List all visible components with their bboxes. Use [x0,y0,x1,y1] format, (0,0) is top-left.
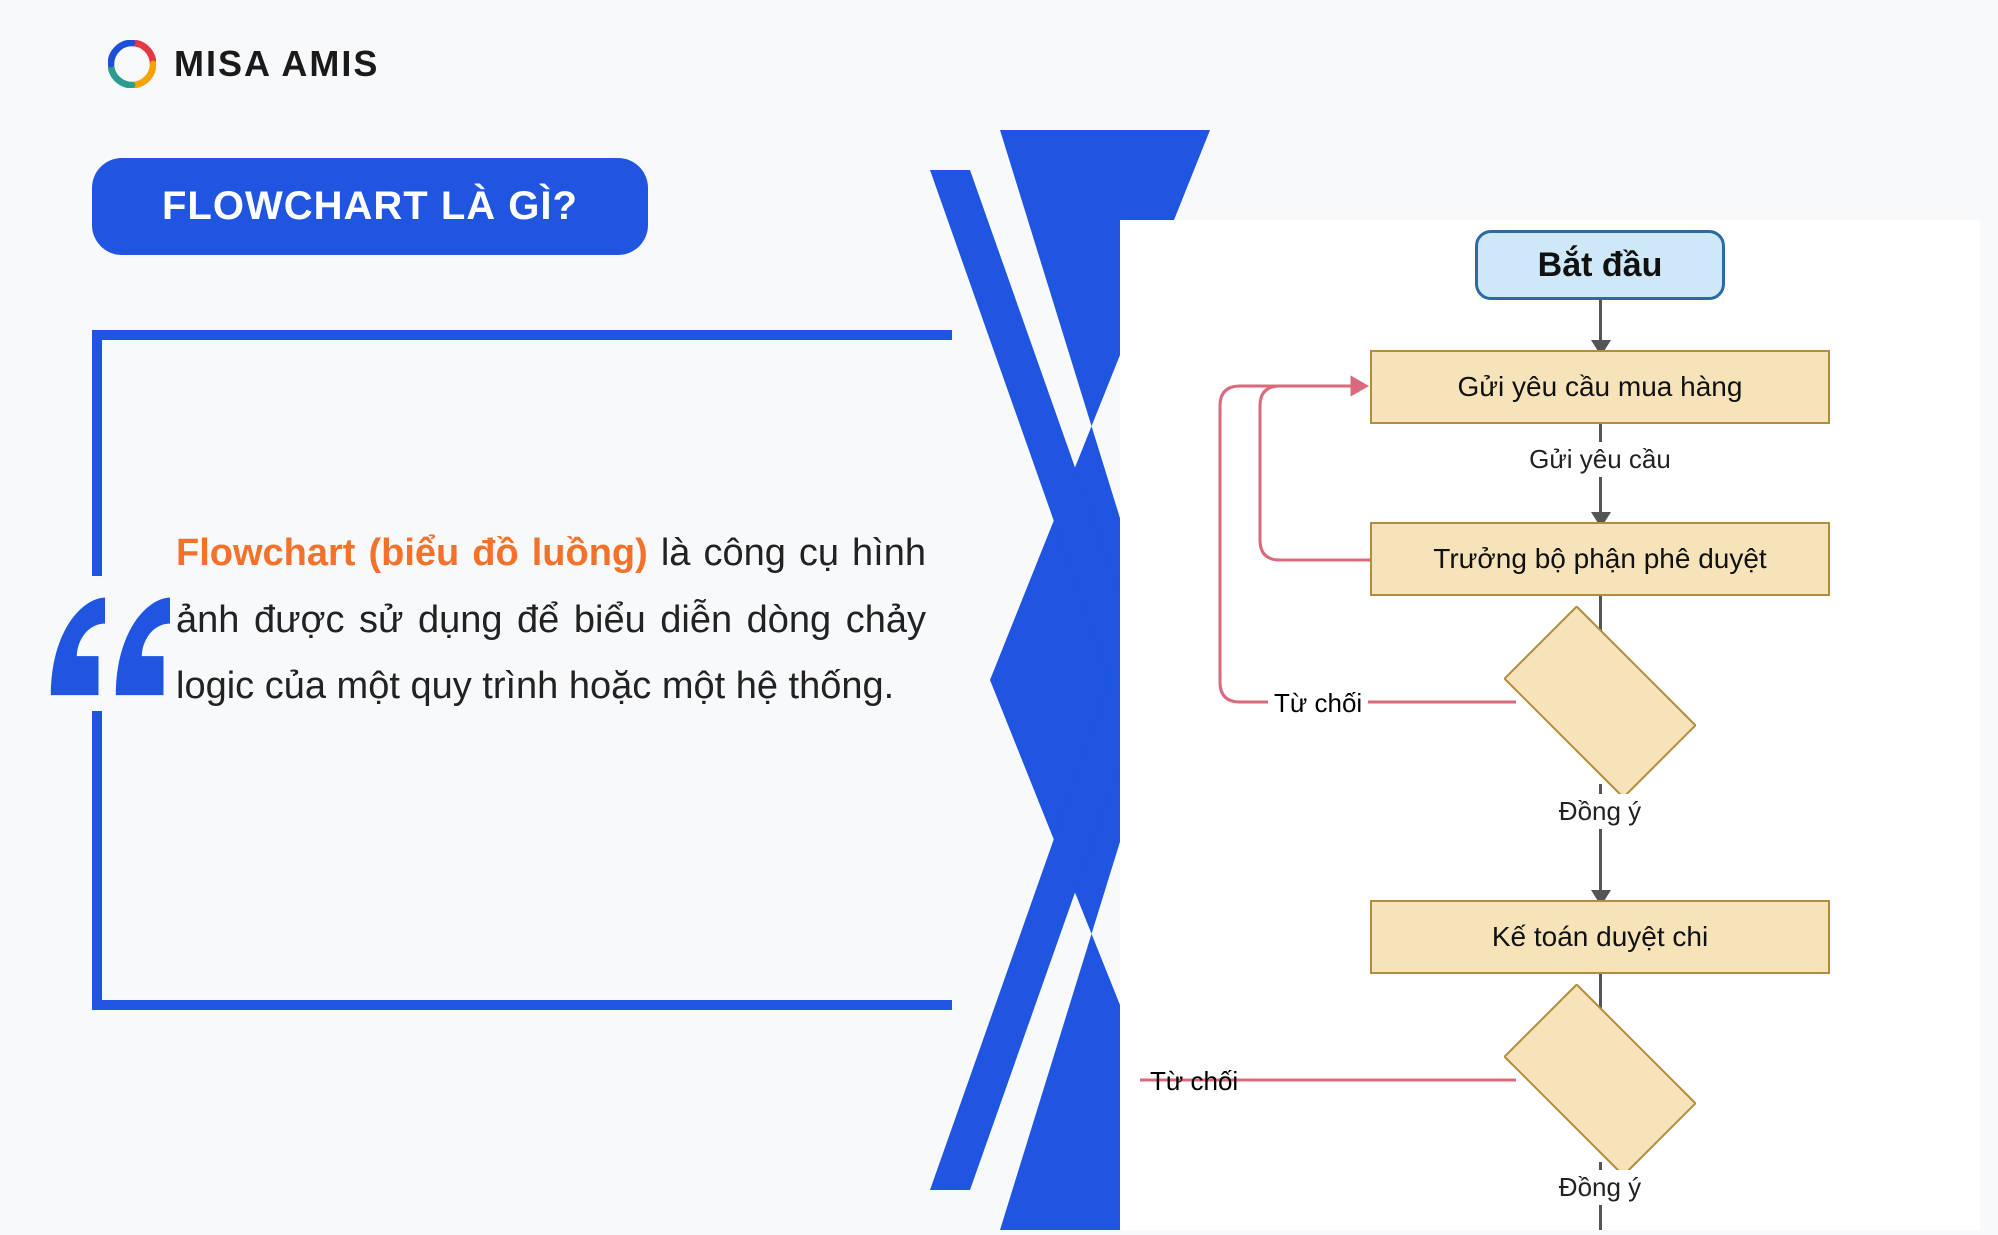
flowchart-process-accountant: Kế toán duyệt chi [1370,900,1830,974]
flowchart-start-node: Bắt đầu [1475,230,1725,300]
logo-swirl-icon [108,40,156,88]
flowchart-process-approve-head: Trưởng bộ phận phê duyệt [1370,522,1830,596]
definition-text: Flowchart (biểu đồ luồng) là công cụ hìn… [176,520,926,720]
flowchart-edge-label-reject2: Từ chối [1150,1066,1238,1097]
flowchart-edge-label-send: Gửi yêu cầu [1523,442,1677,477]
brand-logo: MISA AMIS [108,40,379,88]
flowchart-edge-label-reject1: Từ chối [1268,688,1368,719]
definition-highlight: Flowchart (biểu đồ luồng) [176,532,648,574]
brand-name: MISA AMIS [174,43,379,85]
page-title: FLOWCHART LÀ GÌ? [92,158,648,255]
flowchart-edge-label-agree2: Đồng ý [1553,1170,1647,1205]
flowchart-process-request: Gửi yêu cầu mua hàng [1370,350,1830,424]
flowchart-edge-label-agree1: Đồng ý [1553,794,1647,829]
open-quote-icon [40,576,170,711]
flowchart-diagram: Bắt đầu Gửi yêu cầu mua hàng Gửi yêu cầu… [1120,220,1980,1230]
